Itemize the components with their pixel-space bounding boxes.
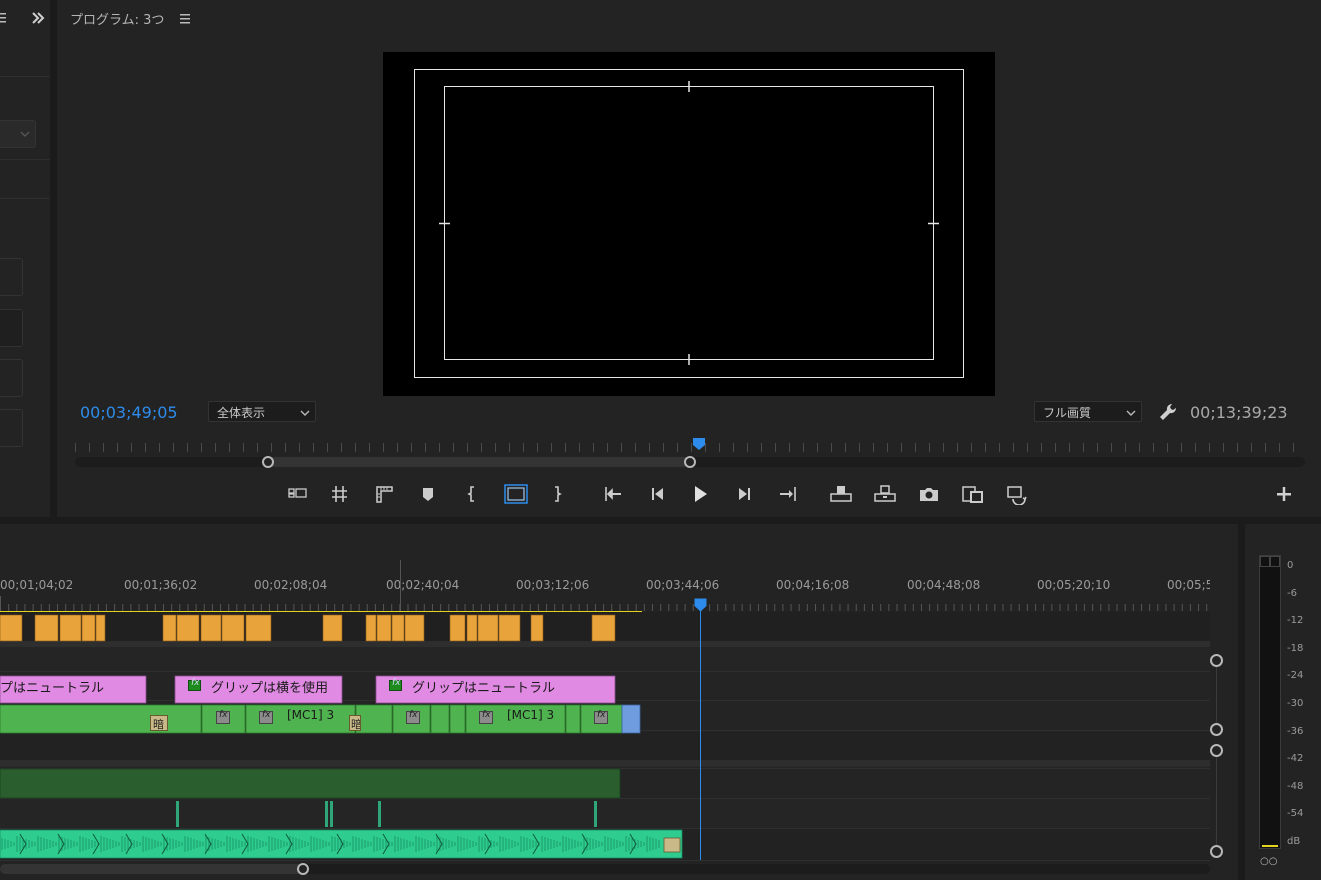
fx-badge-icon: fx	[216, 710, 230, 724]
solo-buttons[interactable]: ○○	[1260, 856, 1277, 867]
timeline-playhead[interactable]	[694, 598, 707, 612]
zoom-select[interactable]: 全体表示	[208, 401, 316, 422]
current-timecode[interactable]: 00;03;49;05	[80, 403, 178, 422]
vertical-scroll-track[interactable]	[1216, 667, 1217, 723]
track-height-handle[interactable]	[1210, 723, 1223, 736]
left-field-1[interactable]	[0, 258, 23, 296]
duration-timecode: 00;13;39;23	[1190, 403, 1288, 422]
zoom-scrollbar-thumb[interactable]	[268, 457, 690, 467]
fx-badge-icon: fx	[594, 710, 608, 724]
meter-scale-label: dB	[1287, 836, 1301, 847]
left-field-2[interactable]	[0, 309, 23, 347]
meter-scale-label: -12	[1287, 615, 1304, 627]
extract-icon[interactable]	[873, 483, 897, 505]
program-playhead[interactable]	[692, 437, 706, 451]
ruler-icon[interactable]	[373, 483, 397, 505]
left-field-4[interactable]	[0, 409, 23, 447]
quality-select[interactable]: フル画質	[1034, 401, 1142, 422]
fx-badge-label: fx	[597, 710, 606, 720]
toggle-frame-icon[interactable]	[504, 483, 528, 505]
mark-in-icon[interactable]	[461, 483, 485, 505]
timeline-scroll-handle[interactable]	[297, 863, 309, 875]
left-panel-menu-icon[interactable]	[0, 8, 8, 26]
quality-select-value: フル画質	[1043, 406, 1092, 420]
meter-scale-label: 0	[1287, 560, 1294, 571]
left-divider	[0, 76, 50, 77]
go-to-in-icon[interactable]	[602, 483, 626, 505]
meter-scale-label: -30	[1287, 698, 1304, 709]
add-marker-icon[interactable]	[417, 483, 441, 505]
program-monitor-title[interactable]: プログラム: 3つ	[70, 9, 164, 28]
safe-margins-overlay	[414, 69, 964, 378]
lift-icon[interactable]	[829, 483, 853, 505]
meter-scale-label: -48	[1287, 780, 1304, 792]
track-height-handle[interactable]	[1210, 744, 1223, 757]
audio-meter-bar	[1259, 555, 1281, 849]
premiere-workspace: プログラム: 3つ 00;03;49;05 全体表示 フル画質 00;13;39…	[0, 0, 1321, 880]
playhead-line	[700, 611, 701, 860]
fx-badge-icon: fx	[479, 710, 493, 724]
zoom-select-value: 全体表示	[217, 406, 266, 420]
track-height-handle[interactable]	[1210, 654, 1223, 667]
fx-badge-icon: fx	[406, 710, 420, 724]
wrench-settings-icon[interactable]	[1157, 401, 1179, 423]
chevron-down-icon	[300, 410, 310, 416]
add-button-icon[interactable]	[1274, 484, 1294, 504]
chevron-down-icon	[1126, 410, 1136, 416]
meter-level	[1262, 845, 1278, 847]
meter-scale-label: -18	[1287, 642, 1304, 654]
fx-badge-label: fx	[262, 710, 271, 720]
zoom-right-handle[interactable]	[684, 456, 696, 468]
fx-badge-icon: fx	[259, 710, 273, 724]
audio-meter-panel: 0 -6 -12 -18 -24 -30 -36 -42 -48 -54 dB ○○	[1245, 524, 1321, 880]
meter-scale-label: -36	[1287, 725, 1304, 737]
meter-scale-label: -42	[1287, 753, 1304, 765]
step-forward-icon[interactable]	[734, 483, 758, 505]
expand-panels-icon[interactable]	[27, 8, 49, 28]
clip-indicator-right[interactable]	[1270, 556, 1280, 567]
timeline-panel: 00;01;04;02 00;01;36;02 00;02;08;04 00;02;4…	[0, 524, 1238, 880]
meter-scale-label: -24	[1287, 670, 1304, 682]
step-back-icon[interactable]	[646, 483, 670, 505]
export-frame-icon[interactable]	[917, 483, 941, 505]
track-height-handle[interactable]	[1210, 845, 1223, 858]
timeline-horizontal-scrollbar[interactable]	[0, 863, 1210, 875]
program-monitor-panel: プログラム: 3つ 00;03;49;05 全体表示 フル画質 00;13;39…	[57, 0, 1321, 517]
mark-out-icon[interactable]	[546, 483, 570, 505]
clip-indicator-left[interactable]	[1260, 556, 1270, 567]
audio-meter-scale: 0 -6 -12 -18 -24 -30 -36 -42 -48 -54 dB	[1287, 560, 1321, 860]
fx-badge-label: fx	[409, 710, 418, 720]
go-to-out-icon[interactable]	[777, 483, 801, 505]
transport-controls	[57, 480, 1321, 508]
safe-margins-icon[interactable]	[329, 483, 353, 505]
play-icon[interactable]	[689, 483, 713, 505]
left-dropdown[interactable]	[0, 120, 36, 148]
meter-scale-label: -6	[1287, 587, 1297, 599]
left-panel	[0, 0, 50, 517]
left-divider-3	[0, 198, 50, 199]
left-field-3[interactable]	[0, 359, 23, 397]
mini-time-ruler[interactable]	[75, 437, 1305, 455]
monitor-zoom-scrollbar[interactable]	[75, 456, 1305, 468]
multicam-icon[interactable]	[1005, 483, 1029, 505]
timeline-scroll-thumb[interactable]	[0, 864, 304, 874]
fx-badge-label: fx	[219, 710, 228, 720]
zoom-left-handle[interactable]	[262, 456, 275, 468]
program-video-frame[interactable]	[383, 52, 995, 396]
hamburger-menu-icon[interactable]	[179, 11, 191, 25]
fx-badges-layer: fx fx fx fx fx	[0, 524, 1210, 880]
marker-list-icon[interactable]	[286, 483, 310, 505]
vertical-scroll-track[interactable]	[1216, 757, 1217, 845]
fx-badge-label: fx	[482, 710, 491, 720]
left-divider-2	[0, 159, 50, 160]
comparison-view-icon[interactable]	[961, 483, 985, 505]
meter-scale-label: -54	[1287, 808, 1304, 820]
